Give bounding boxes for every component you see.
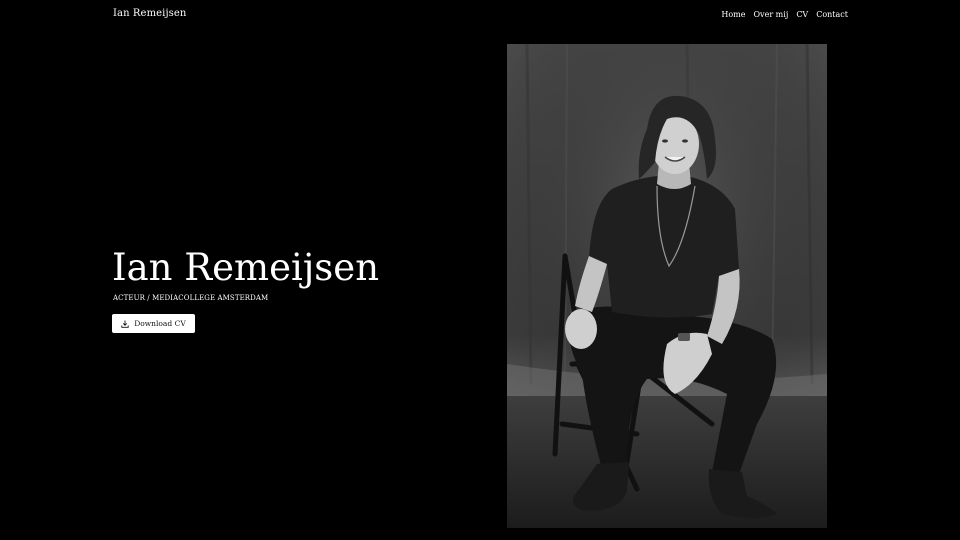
nav-home[interactable]: Home xyxy=(721,10,745,19)
nav-cv[interactable]: CV xyxy=(796,10,808,19)
hero-title: Ian Remeijsen xyxy=(112,246,380,289)
page: Ian Remeijsen Home Over mij CV Contact I… xyxy=(0,0,960,540)
download-cv-button[interactable]: Download CV xyxy=(112,314,195,333)
nav-contact[interactable]: Contact xyxy=(816,10,848,19)
hero-subtitle: ACTEUR / MEDIACOLLEGE AMSTERDAM xyxy=(113,294,269,302)
site-logo-link[interactable]: Ian Remeijsen xyxy=(113,8,186,19)
download-icon xyxy=(121,320,129,328)
nav-over-mij[interactable]: Over mij xyxy=(754,10,789,19)
download-cv-label: Download CV xyxy=(134,319,186,328)
main-nav: Home Over mij CV Contact xyxy=(721,10,848,19)
portrait-photo xyxy=(507,44,827,528)
